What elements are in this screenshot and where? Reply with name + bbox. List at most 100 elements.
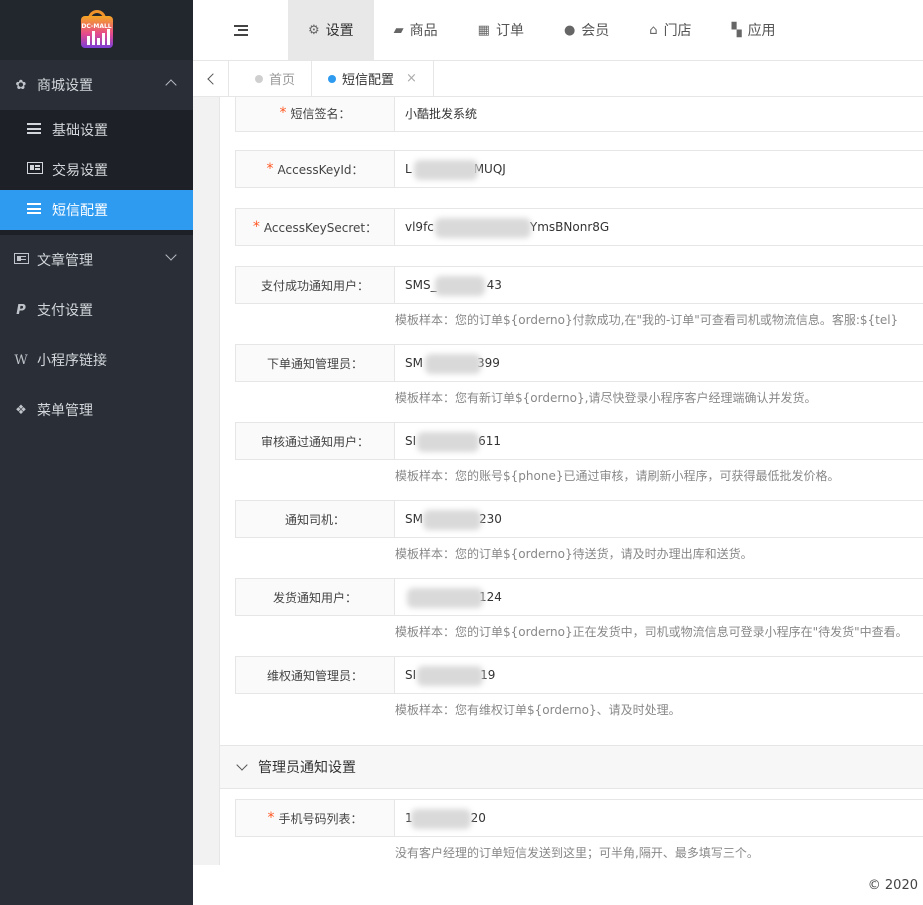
pay-success-template-input[interactable]: SMS_ 43 — [395, 266, 923, 304]
field-hint: 模板样本：您的订单${orderno}正在发货中，司机或物流信息可登录小程序在"… — [395, 625, 908, 639]
redaction-blur — [407, 588, 483, 608]
weixin-icon: W — [14, 352, 28, 368]
access-key-secret-input[interactable]: vl9fc YmsBNonr8G — [395, 208, 923, 246]
order-notify-template-input[interactable]: SM 399 — [395, 344, 923, 382]
page-tab-home[interactable]: 首页 — [229, 61, 313, 96]
topnav-tab-products[interactable]: ▰ 商品 — [374, 0, 458, 60]
topnav-tab-label: 门店 — [663, 23, 692, 39]
dc-mall-logo[interactable]: DC-MALL — [78, 10, 116, 50]
list-icon — [27, 122, 43, 138]
field-label: 发货通知用户： — [235, 578, 395, 616]
topnav-tab-settings[interactable]: ⚙ 设置 — [288, 0, 374, 60]
th-large-icon: ▚ — [731, 22, 742, 38]
sidebar-item-label: 基础设置 — [52, 123, 108, 139]
form-row-rights-notify-admin: 维权通知管理员： SI 19 — [235, 656, 923, 694]
approve-notify-template-input[interactable]: SI 611 — [395, 422, 923, 460]
field-label: * AccessKeySecret： — [235, 208, 395, 246]
field-label: 下单通知管理员： — [235, 344, 395, 382]
sidebar-item-label: 短信配置 — [52, 203, 108, 219]
page-tab-sms-config[interactable]: 短信配置 × — [312, 61, 434, 96]
field-label: 通知司机： — [235, 500, 395, 538]
field-label: * 短信签名： — [235, 97, 395, 132]
redaction-blur — [423, 510, 481, 530]
sms-config-form: * 短信签名： 小酷批发系统 * AccessKeyId： L MUQJ * Acce… — [219, 97, 923, 865]
field-hint: 模板样本：您的账号${phone}已通过审核，请刷新小程序，可获得最低批发价格。 — [395, 469, 840, 483]
field-hint: 模板样本：您有新订单${orderno},请尽快登录小程序客户经理端确认并发货。 — [395, 391, 817, 405]
table-icon: ▦ — [477, 22, 490, 38]
redaction-blur — [411, 809, 471, 829]
field-hint: 模板样本：您的订单${orderno}待送货，请及时办理出库和送货。 — [395, 547, 753, 561]
sidebar-item-basic-settings[interactable]: 基础设置 — [0, 110, 193, 150]
sidebar-item-sms-config[interactable]: 短信配置 — [0, 190, 193, 230]
gear-icon: ✿ — [15, 77, 27, 93]
chevron-down-icon — [165, 249, 177, 261]
topnav-tab-stores[interactable]: ⌂ 门店 — [629, 0, 711, 60]
id-card-icon — [27, 162, 43, 178]
field-hint: 模板样本：您有维权订单${orderno}、请及时处理。 — [395, 703, 681, 717]
paypal-icon: P — [16, 302, 26, 318]
sidebar-item-label: 支付设置 — [37, 303, 93, 319]
form-row-sms-signature: * 短信签名： 小酷批发系统 — [235, 97, 923, 132]
redaction-blur — [414, 160, 478, 180]
topnav-tab-label: 订单 — [495, 23, 524, 39]
redaction-blur — [435, 276, 485, 296]
form-row-notify-driver: 通知司机： SM 230 — [235, 500, 923, 538]
topnav-tab-members[interactable]: ● 会员 — [544, 0, 629, 60]
ship-notify-template-input[interactable]: 124 — [395, 578, 923, 616]
field-label: * 手机号码列表： — [235, 799, 395, 837]
redaction-blur — [435, 218, 531, 238]
sidebar-item-articles[interactable]: 文章管理 — [0, 235, 193, 285]
sidebar: DC-MALL ✿ 商城设置 基础设置 交易设置 短信配置 文章管理 P 支付设… — [0, 0, 193, 905]
sidebar-item-trade-settings[interactable]: 交易设置 — [0, 150, 193, 190]
topnav-tab-label: 商品 — [409, 23, 438, 39]
field-hint: 没有客户经理的订单短信发送到这里；可半角,隔开、最多填写三个。 — [395, 846, 759, 860]
main-content: * 短信签名： 小酷批发系统 * AccessKeyId： L MUQJ * Acce… — [193, 97, 923, 865]
footer: © 2020 — [193, 865, 923, 905]
redaction-blur — [417, 432, 479, 452]
close-icon[interactable]: × — [406, 71, 417, 86]
page-tab-label: 短信配置 — [342, 73, 395, 88]
copyright-text: © 2020 — [867, 877, 918, 893]
sidebar-item-label: 小程序链接 — [37, 353, 107, 369]
form-row-approve-notify-user: 审核通过通知用户： SI 611 — [235, 422, 923, 460]
submenu-mall-settings: 基础设置 交易设置 短信配置 — [0, 110, 193, 235]
topnav-tab-orders[interactable]: ▦ 订单 — [458, 0, 544, 60]
logo-area: DC-MALL — [0, 0, 193, 60]
tab-dot-icon — [328, 74, 337, 83]
topnav-tab-apps[interactable]: ▚ 应用 — [712, 0, 796, 60]
sidebar-item-label: 交易设置 — [52, 163, 108, 179]
sidebar-item-mall-settings[interactable]: ✿ 商城设置 — [0, 60, 193, 110]
tab-scroll-left-button[interactable] — [193, 61, 229, 96]
notify-driver-template-input[interactable]: SM 230 — [395, 500, 923, 538]
page-tab-label: 首页 — [269, 73, 296, 88]
rights-notify-template-input[interactable]: SI 19 — [395, 656, 923, 694]
admin-phone-list-input[interactable]: 1 20 — [395, 799, 923, 837]
sidebar-toggle-button[interactable] — [193, 0, 288, 60]
field-hint: 模板样本：您的订单${orderno}付款成功,在"我的-订单"可查看司机或物流… — [395, 313, 899, 327]
topnav-tab-label: 设置 — [325, 23, 354, 39]
field-label: 审核通过通知用户： — [235, 422, 395, 460]
section-title: 管理员通知设置 — [258, 760, 356, 776]
indent-icon — [233, 24, 248, 36]
field-label: * AccessKeyId： — [235, 150, 395, 188]
section-admin-notify-header[interactable]: 管理员通知设置 — [220, 745, 923, 789]
sms-signature-input[interactable]: 小酷批发系统 — [395, 97, 923, 132]
sidebar-item-payment[interactable]: P 支付设置 — [0, 285, 193, 335]
field-label: 支付成功通知用户： — [235, 266, 395, 304]
bank-icon: ⌂ — [649, 22, 658, 38]
sidebar-item-label: 商城设置 — [37, 78, 93, 94]
field-label: 维权通知管理员： — [235, 656, 395, 694]
form-row-pay-success-notify: 支付成功通知用户： SMS_ 43 — [235, 266, 923, 304]
sidebar-item-miniprogram-links[interactable]: W 小程序链接 — [0, 335, 193, 385]
top-navbar: ⚙ 设置 ▰ 商品 ▦ 订单 ● 会员 ⌂ 门店 ▚ 应用 — [193, 0, 923, 61]
sidebar-item-menu-management[interactable]: ❖ 菜单管理 — [0, 385, 193, 435]
cubes-icon: ❖ — [15, 402, 27, 418]
chevron-down-icon — [236, 759, 248, 771]
newspaper-icon — [13, 252, 29, 268]
access-key-id-input[interactable]: L MUQJ — [395, 150, 923, 188]
user-icon: ● — [563, 22, 576, 38]
list-icon — [27, 202, 43, 218]
form-row-access-key-id: * AccessKeyId： L MUQJ — [235, 150, 923, 188]
topnav-tab-label: 应用 — [747, 23, 776, 39]
gears-icon: ⚙ — [308, 22, 320, 38]
